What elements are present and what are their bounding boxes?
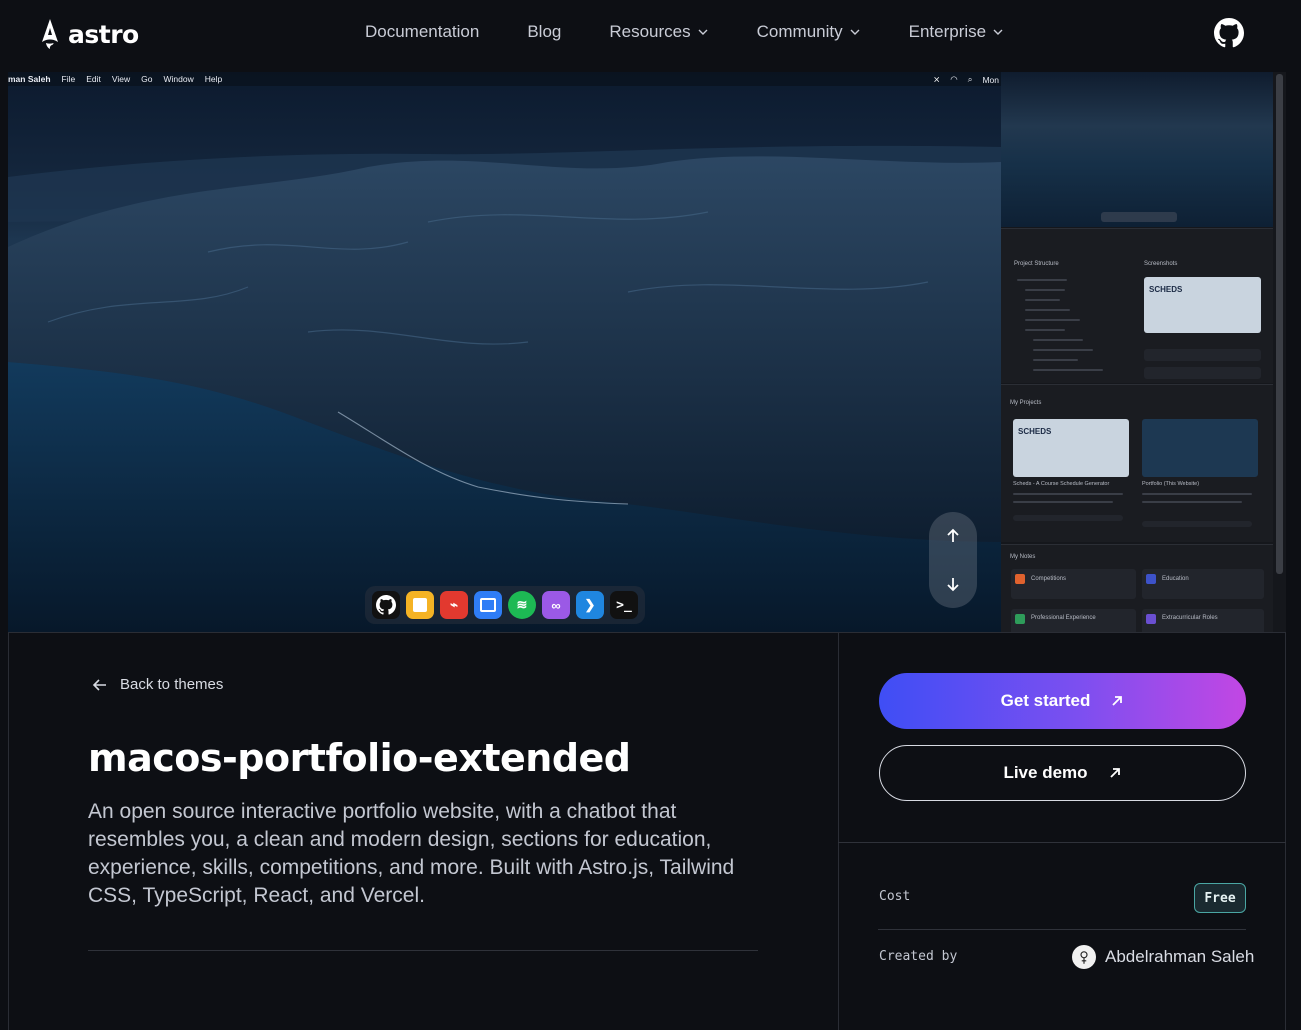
divider (838, 842, 1286, 843)
nav-documentation-label: Documentation (365, 22, 480, 41)
wifi-icon: ◠ (950, 74, 958, 84)
browser-icon (474, 591, 502, 619)
project-1-title: Scheds - A Course Schedule Generator (1013, 481, 1110, 487)
creator-link[interactable]: Abdelrahman Saleh (1072, 945, 1254, 969)
nav-community[interactable]: Community (757, 22, 861, 42)
arrow-up-right-icon (1109, 768, 1120, 778)
arrow-left-icon (92, 678, 106, 691)
side-preview-wallpaper (1001, 72, 1273, 227)
menubar-clock: Mon (982, 74, 999, 85)
menubar-owner: man Saleh (8, 74, 51, 84)
search-icon: ⌕ (967, 74, 973, 84)
project-thumb-1: SCHEDS (1013, 419, 1129, 477)
live-demo-label: Live demo (1003, 763, 1088, 782)
menubar-window: Window (163, 74, 194, 84)
menubar-status: ⨯ ◠ ⌕ Mon (933, 74, 999, 85)
project-thumb-2 (1142, 419, 1258, 477)
screenshot-thumb: SCHEDS (1144, 277, 1261, 333)
menubar-help: Help (204, 74, 223, 84)
note-professional-label: Professional Experience (1031, 615, 1096, 621)
mac-menubar: man Saleh File Edit View Go Window Help … (8, 72, 1001, 86)
my-projects-label: My Projects (1010, 400, 1042, 406)
my-notes-window: My Notes Competitions Education Professi… (1001, 544, 1273, 632)
theme-preview-image: man Saleh File Edit View Go Window Help … (8, 72, 1286, 632)
github-icon[interactable] (1214, 18, 1244, 48)
avatar (1072, 945, 1096, 969)
divider (88, 950, 758, 951)
creator-name: Abdelrahman Saleh (1105, 947, 1255, 966)
chevron-down-icon (698, 29, 708, 35)
created-by-label: Created by (879, 949, 958, 964)
get-started-label: Get started (1000, 691, 1091, 710)
arrow-down-icon[interactable] (943, 574, 963, 594)
nav-enterprise-label: Enterprise (908, 22, 987, 41)
nav-documentation[interactable]: Documentation (365, 22, 479, 42)
github-icon (372, 591, 400, 619)
note-competitions: Competitions (1011, 569, 1136, 599)
scheds-label: SCHEDS (1149, 285, 1183, 294)
nav-community-label: Community (756, 22, 843, 41)
preview-scrollbar[interactable] (1276, 74, 1283, 574)
project-2-title: Portfolio (This Website) (1142, 481, 1200, 487)
vscode-icon: ❯ (576, 591, 604, 619)
cost-label: Cost (879, 889, 911, 904)
divider (878, 929, 1246, 930)
logo-text: astro (68, 19, 139, 49)
scheds-thumb-label: SCHEDS (1018, 427, 1052, 436)
chevron-down-icon (850, 29, 860, 35)
theme-description: An open source interactive portfolio web… (88, 800, 735, 907)
back-to-themes-label: Back to themes (120, 676, 224, 693)
note-extracurricular: Extracurricular Roles (1142, 609, 1264, 632)
link-icon: ∞ (542, 591, 570, 619)
pdf-icon: ⌁ (440, 591, 468, 619)
note-competitions-label: Competitions (1031, 576, 1067, 582)
menubar-view: View (111, 74, 131, 84)
note-education-label: Education (1162, 576, 1189, 582)
arrow-up-right-icon (1112, 696, 1123, 706)
project-structure-label: Project Structure (1014, 261, 1059, 267)
nav-enterprise[interactable]: Enterprise (909, 22, 1004, 42)
note-professional: Professional Experience (1011, 609, 1136, 632)
nav-resources[interactable]: Resources (609, 22, 708, 42)
landscape-mountains (8, 145, 1001, 632)
astro-logo-icon (42, 19, 58, 49)
theme-title: macos-portfolio-extended (88, 736, 631, 780)
note-extracurricular-label: Extracurricular Roles (1162, 615, 1218, 621)
screenshots-label: Screenshots (1144, 261, 1178, 267)
side-preview-panel: Project Structure Screenshots SCHEDS My … (1001, 72, 1286, 632)
get-started-button[interactable]: Get started (879, 673, 1246, 729)
back-to-themes-link[interactable]: Back to themes (92, 676, 223, 693)
my-notes-label: My Notes (1010, 554, 1036, 560)
spotify-icon: ≋ (508, 591, 536, 619)
arrow-up-icon[interactable] (943, 526, 963, 546)
menubar-go: Go (141, 74, 153, 84)
nav-resources-label: Resources (609, 22, 691, 41)
project-structure-window: Project Structure Screenshots SCHEDS (1001, 228, 1273, 383)
desktop-preview: man Saleh File Edit View Go Window Help … (8, 72, 1001, 632)
top-navigation: astro Documentation Blog Resources Commu… (0, 0, 1301, 70)
menubar-file: File (61, 74, 76, 84)
vscode-icon: ⨯ (933, 74, 941, 84)
chevron-down-icon (993, 29, 1003, 35)
terminal-icon: >_ (610, 591, 638, 619)
notes-icon (406, 591, 434, 619)
my-projects-window: My Projects SCHEDS Scheds - A Course Sch… (1001, 384, 1273, 542)
preview-scroll-control (929, 512, 977, 608)
note-education: Education (1142, 569, 1264, 599)
nav-blog-label: Blog (527, 22, 562, 41)
mac-dock: ⌁ ≋ ∞ ❯ >_ (365, 586, 645, 624)
live-demo-button[interactable]: Live demo (879, 745, 1246, 801)
nav-blog[interactable]: Blog (527, 22, 561, 42)
main-nav: Documentation Blog Resources Community E… (365, 22, 1004, 42)
cost-badge: Free (1194, 883, 1246, 913)
menubar-edit: Edit (86, 74, 101, 84)
astro-logo[interactable]: astro (38, 18, 139, 50)
